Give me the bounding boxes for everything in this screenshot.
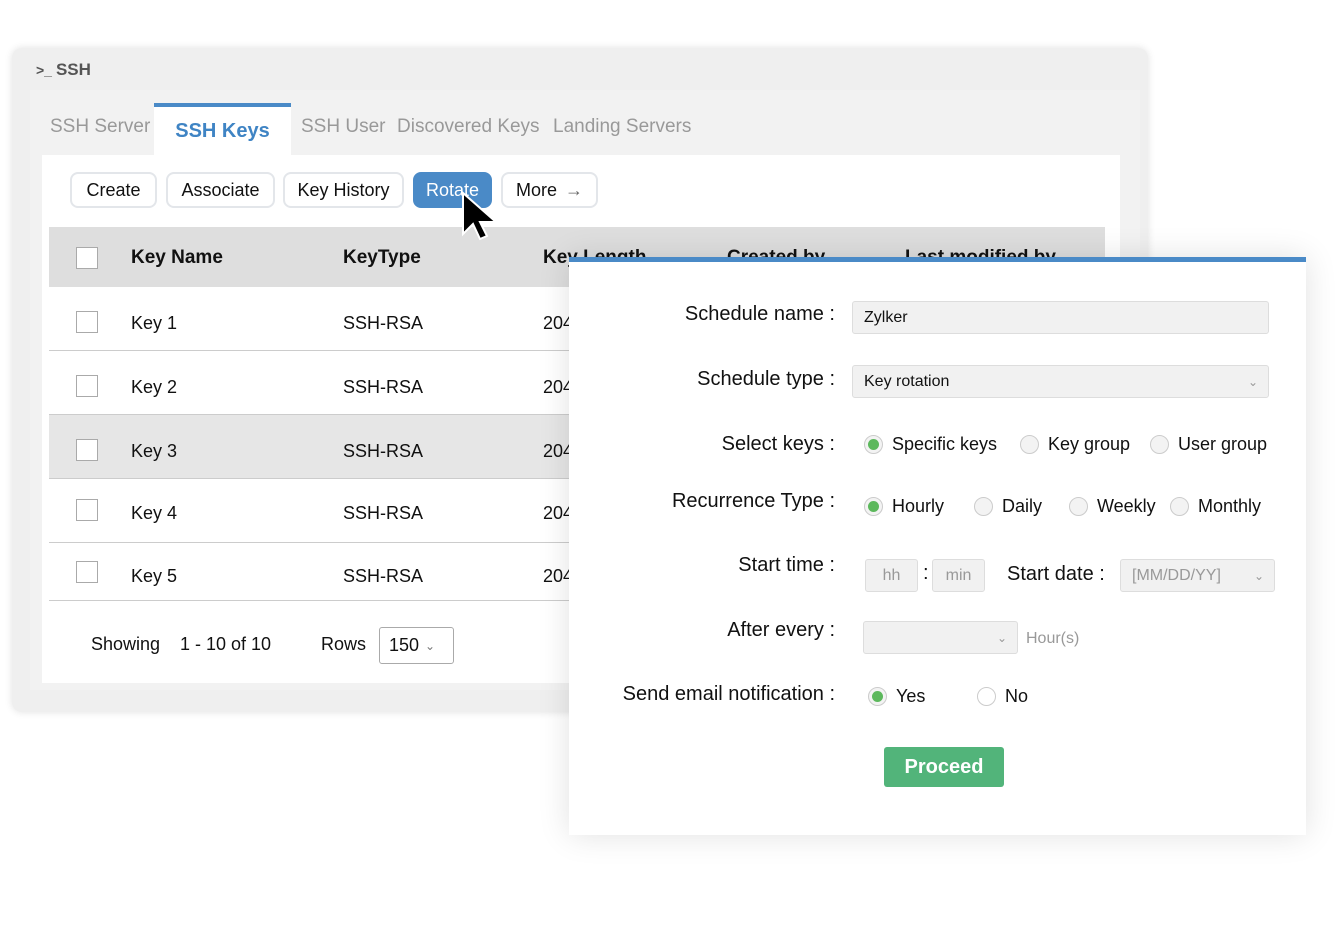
radio-monthly[interactable]: Monthly (1170, 496, 1261, 517)
mouse-cursor-icon (462, 190, 499, 241)
select-all-checkbox[interactable] (76, 247, 98, 269)
row-checkbox[interactable] (76, 311, 98, 333)
chevron-down-icon: ⌄ (425, 638, 436, 653)
minute-input[interactable]: min (932, 559, 985, 592)
key-name: Key 2 (131, 377, 178, 397)
email-notification-label: Send email notification : (622, 683, 835, 705)
start-time-label: Start time : (738, 554, 835, 576)
proceed-button[interactable]: Proceed (884, 747, 1004, 787)
tab-landing-servers[interactable]: Landing Servers (553, 116, 691, 138)
hour-input[interactable]: hh (865, 559, 918, 592)
arrow-right-icon: → (565, 179, 583, 200)
hours-unit: Hour(s) (1026, 630, 1080, 647)
radio-daily[interactable]: Daily (974, 496, 1042, 517)
after-every-select[interactable]: ⌄ (863, 621, 1018, 654)
radio-key-group[interactable]: Key group (1020, 434, 1130, 455)
radio-email-no[interactable]: No (977, 686, 1028, 707)
chevron-down-icon: ⌄ (996, 630, 1007, 645)
tab-ssh-user[interactable]: SSH User (301, 116, 385, 138)
key-type: SSH-RSA (343, 313, 424, 333)
header-key-name[interactable]: Key Name (131, 247, 223, 269)
showing-value: 1 - 10 of 10 (180, 634, 272, 654)
key-type: SSH-RSA (343, 377, 424, 397)
row-checkbox[interactable] (76, 375, 98, 397)
terminal-icon: >_ (36, 62, 52, 78)
schedule-type-label: Schedule type : (697, 368, 835, 390)
row-checkbox[interactable] (76, 439, 98, 461)
radio-specific-keys[interactable]: Specific keys (864, 434, 997, 455)
key-type: SSH-RSA (343, 441, 424, 461)
recurrence-type-label: Recurrence Type : (671, 490, 835, 512)
schedule-name-input[interactable]: Zylker (852, 301, 1269, 334)
time-colon: : (923, 562, 929, 584)
tab-ssh-server[interactable]: SSH Server (50, 116, 150, 138)
radio-hourly[interactable]: Hourly (864, 496, 944, 517)
radio-user-group[interactable]: User group (1150, 434, 1267, 455)
tab-discovered-keys[interactable]: Discovered Keys (397, 116, 540, 138)
more-button[interactable]: More → (501, 172, 598, 208)
row-checkbox[interactable] (76, 499, 98, 521)
start-date-label: Start date : (1007, 563, 1105, 585)
key-name: Key 4 (131, 503, 178, 523)
chevron-down-icon: ⌄ (1247, 374, 1258, 389)
row-checkbox[interactable] (76, 561, 98, 583)
key-history-button[interactable]: Key History (283, 172, 404, 208)
after-every-label: After every : (727, 619, 835, 641)
key-name: Key 3 (131, 441, 178, 461)
schedule-type-select[interactable]: Key rotation ⌄ (852, 365, 1269, 398)
tab-ssh-keys[interactable]: SSH Keys (154, 103, 291, 155)
create-button[interactable]: Create (70, 172, 157, 208)
select-keys-label: Select keys : (721, 433, 835, 455)
key-type: SSH-RSA (343, 566, 424, 586)
radio-weekly[interactable]: Weekly (1069, 496, 1156, 517)
rows-label: Rows (321, 634, 367, 654)
radio-email-yes[interactable]: Yes (868, 686, 925, 707)
schedule-dialog: Schedule name : Zylker Schedule type : K… (569, 257, 1306, 835)
key-type: SSH-RSA (343, 503, 424, 523)
key-name: Key 5 (131, 566, 178, 586)
associate-button[interactable]: Associate (166, 172, 275, 208)
header-key-type[interactable]: KeyType (343, 247, 421, 269)
key-name: Key 1 (131, 313, 178, 333)
chevron-down-icon: ⌄ (1253, 568, 1264, 583)
more-label: More (515, 179, 557, 200)
window-title: >_ SSH (36, 60, 91, 79)
rows-per-page-select[interactable]: 150 ⌄ (379, 627, 454, 664)
schedule-name-label: Schedule name : (684, 303, 835, 325)
start-date-picker[interactable]: [MM/DD/YY] ⌄ (1120, 559, 1275, 592)
showing-label: Showing (91, 634, 161, 654)
